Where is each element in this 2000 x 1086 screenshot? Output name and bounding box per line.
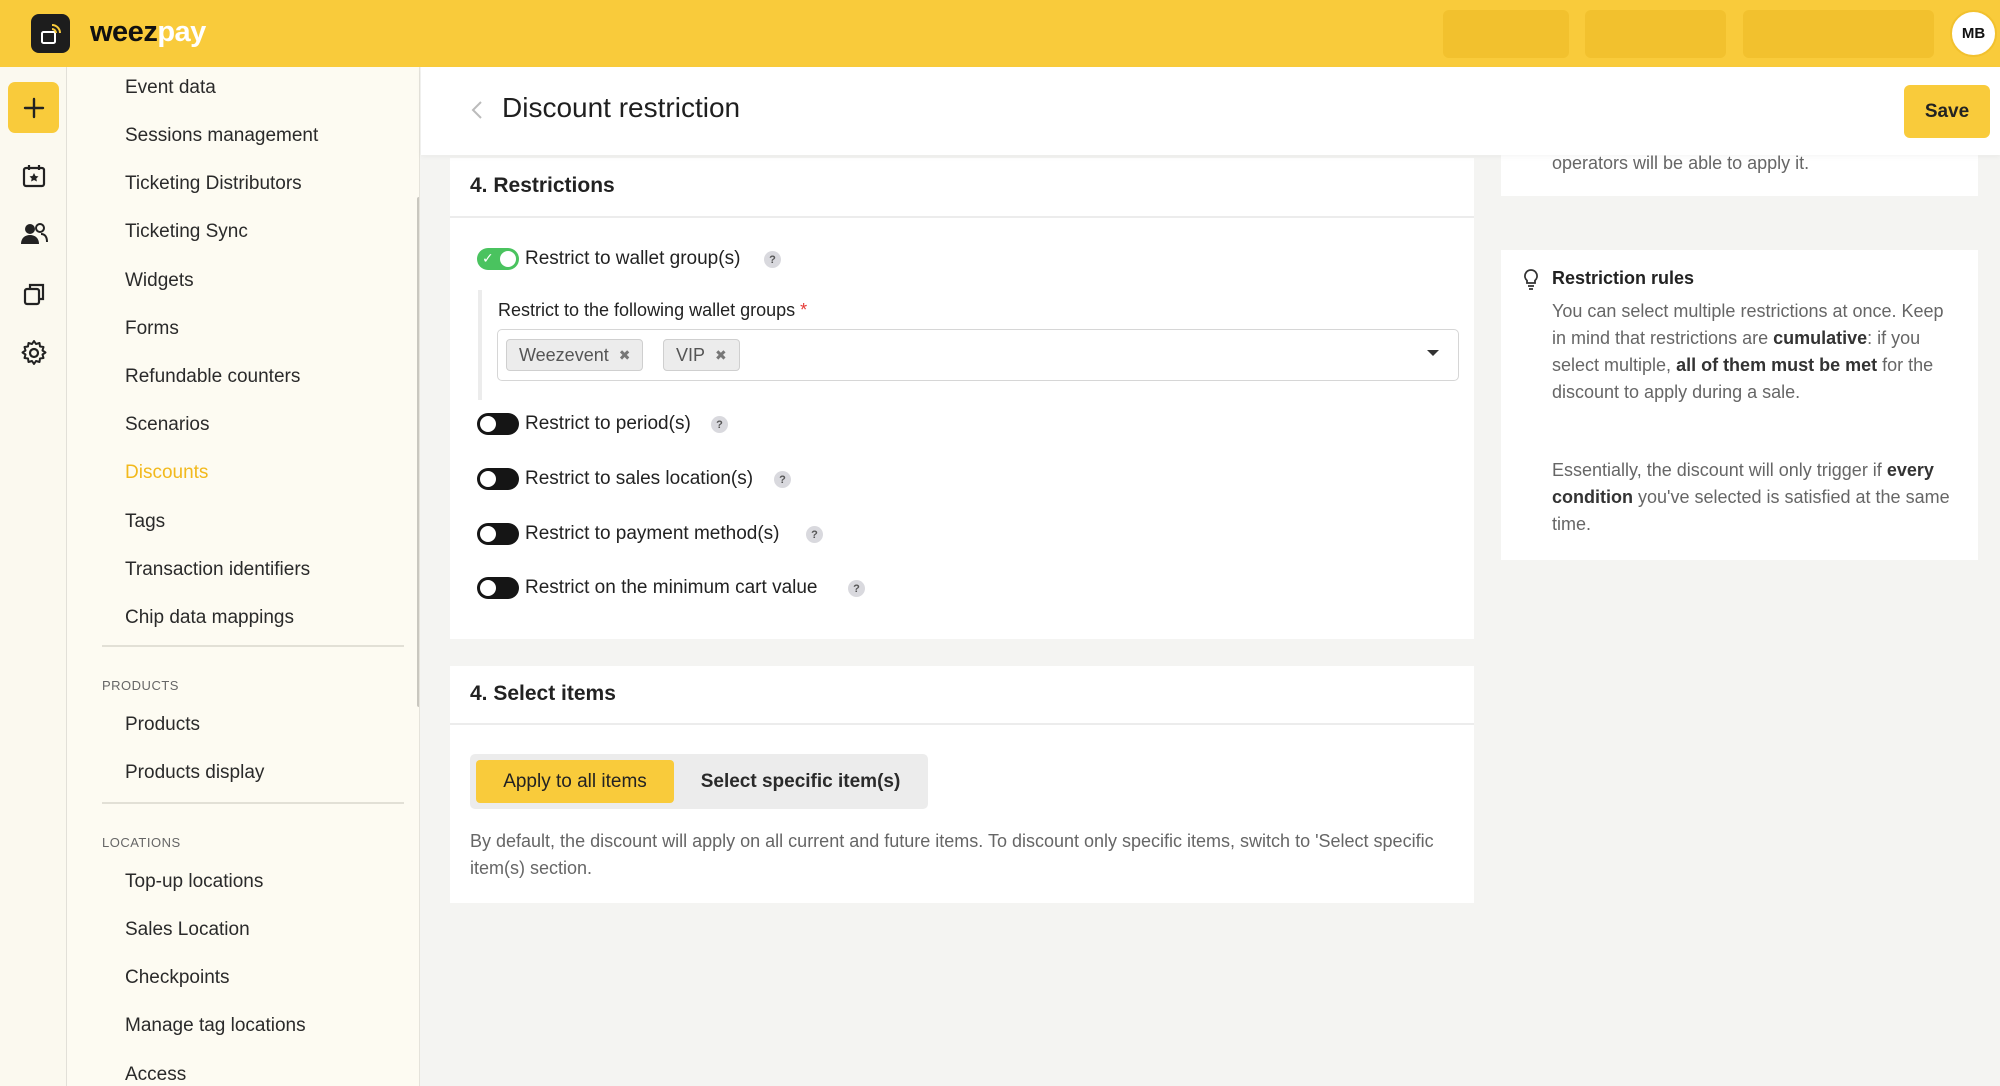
period-toggle-label: Restrict to period(s) [525, 413, 691, 434]
sidebar-item-top-up-locations[interactable]: Top-up locations [125, 871, 263, 893]
lightbulb-icon [1524, 269, 1538, 290]
help-icon[interactable]: ? [764, 251, 781, 268]
remove-tag-icon[interactable]: ✖ [715, 347, 727, 364]
sidebar-divider [102, 645, 404, 647]
sidebar-item-manage-tag-locations[interactable]: Manage tag locations [125, 1015, 306, 1037]
wallet-groups-select[interactable]: Weezevent ✖ VIP ✖ [497, 329, 1459, 381]
select-items-description: By default, the discount will apply on a… [470, 831, 1434, 878]
restriction-rules-text-2: Essentially, the discount will only trig… [1552, 460, 1950, 534]
card-divider [450, 216, 1474, 218]
top-bar: weezpay MB [0, 0, 2000, 67]
top-nav-button[interactable] [1585, 10, 1726, 58]
sidebar-item-transaction-identifiers[interactable]: Transaction identifiers [125, 559, 310, 581]
back-chevron-icon[interactable] [467, 95, 487, 125]
sidebar-scrollbar[interactable] [417, 197, 419, 707]
gear-icon[interactable] [20, 339, 48, 367]
brand-name: weezpay [90, 16, 206, 48]
copy-icon[interactable] [20, 280, 48, 308]
select-specific-items-button[interactable]: Select specific item(s) [678, 760, 923, 803]
sidebar-item-sessions-management[interactable]: Sessions management [125, 125, 318, 147]
minimum-cart-toggle-label: Restrict on the minimum cart value [525, 577, 818, 598]
top-nav-button[interactable] [1443, 10, 1569, 58]
avatar[interactable]: MB [1950, 10, 1997, 57]
wallet-tag-vip: VIP ✖ [663, 339, 740, 371]
restrictions-card [450, 158, 1474, 639]
dropdown-caret-icon[interactable] [1427, 350, 1439, 356]
restrictions-title: 4. Restrictions [470, 174, 615, 197]
help-icon[interactable]: ? [848, 580, 865, 597]
minimum-cart-toggle[interactable] [477, 577, 519, 599]
sidebar-item-event-data[interactable]: Event data [125, 77, 216, 99]
sidebar-section-products: PRODUCTS [102, 678, 179, 693]
payment-method-toggle[interactable] [477, 523, 519, 545]
remove-tag-icon[interactable]: ✖ [619, 347, 631, 364]
wallet-tag-weezevent: Weezevent ✖ [506, 339, 644, 371]
sales-location-toggle-label: Restrict to sales location(s) [525, 468, 754, 489]
sidebar-item-tags[interactable]: Tags [125, 511, 165, 533]
sub-block-indicator [478, 290, 482, 400]
help-icon[interactable]: ? [774, 471, 791, 488]
restriction-rules-title: Restriction rules [1552, 268, 1695, 288]
add-button[interactable] [8, 82, 59, 133]
payment-method-toggle-label: Restrict to payment method(s) [525, 523, 780, 544]
sidebar-item-access[interactable]: Access [125, 1064, 186, 1086]
sidebar-item-forms[interactable]: Forms [125, 318, 179, 340]
wallet-groups-field-label: Restrict to the following wallet groups … [498, 300, 808, 320]
top-nav-button[interactable] [1743, 10, 1934, 58]
help-icon[interactable]: ? [806, 526, 823, 543]
sidebar-item-chip-data-mappings[interactable]: Chip data mappings [125, 607, 294, 629]
sidebar-item-widgets[interactable]: Widgets [125, 270, 194, 292]
save-button[interactable]: Save [1904, 85, 1990, 138]
sidebar-item-ticketing-distributors[interactable]: Ticketing Distributors [125, 173, 302, 195]
sidebar-section-locations: LOCATIONS [102, 835, 181, 850]
wallet-group-toggle-label: Restrict to wallet group(s) [525, 248, 741, 269]
sidebar-item-ticketing-sync[interactable]: Ticketing Sync [125, 221, 248, 243]
sidebar-item-sales-location[interactable]: Sales Location [125, 919, 250, 941]
calendar-icon[interactable] [20, 162, 48, 190]
sidebar-item-products-display[interactable]: Products display [125, 762, 264, 784]
sidebar-item-scenarios[interactable]: Scenarios [125, 414, 210, 436]
plus-icon [23, 97, 44, 118]
sidebar-item-refundable-counters[interactable]: Refundable counters [125, 366, 300, 388]
select-items-title: 4. Select items [470, 682, 616, 705]
sidebar-item-discounts[interactable]: Discounts [125, 462, 208, 484]
icon-rail [0, 67, 67, 1086]
sidebar: Event data Sessions management Ticketing… [67, 67, 420, 1086]
period-toggle[interactable] [477, 413, 519, 435]
sidebar-item-products[interactable]: Products [125, 714, 200, 736]
sidebar-divider [102, 802, 404, 804]
item-scope-segmented-control: Apply to all items Select specific item(… [470, 754, 928, 809]
sidebar-item-checkpoints[interactable]: Checkpoints [125, 967, 230, 989]
help-icon[interactable]: ? [711, 416, 728, 433]
users-icon[interactable] [20, 220, 48, 248]
weezpay-logo-icon[interactable] [31, 14, 70, 53]
card-divider [450, 723, 1474, 725]
restriction-rules-text: You can select multiple restrictions at … [1552, 301, 1944, 402]
sales-location-toggle[interactable] [477, 468, 519, 490]
wallet-group-toggle[interactable]: ✓ [477, 248, 519, 270]
page-title: Discount restriction [502, 92, 741, 123]
apply-to-all-items-button[interactable]: Apply to all items [476, 760, 674, 803]
